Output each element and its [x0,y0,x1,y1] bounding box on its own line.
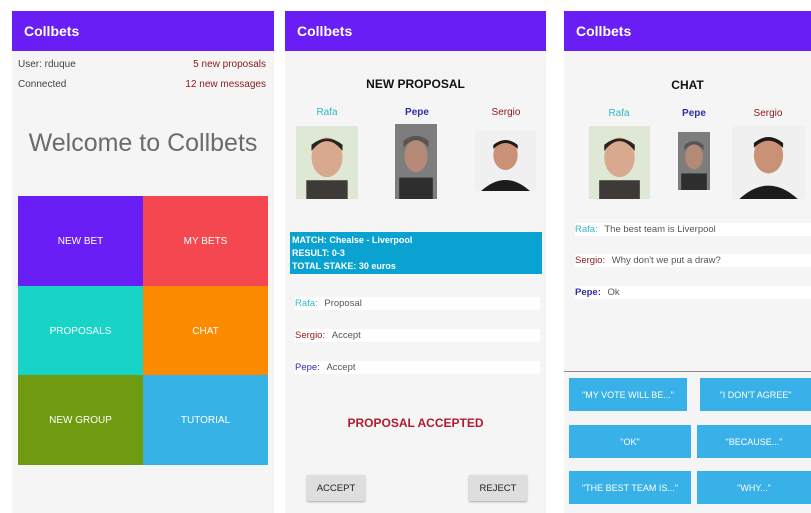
messages-notice[interactable]: 12 new messages [185,79,266,90]
participant-name-rafa: Rafa [608,108,630,119]
match-label: MATCH: Chealse - Liverpool [292,235,413,245]
my-bets-button[interactable]: MY BETS [143,196,268,286]
page-title: NEW PROPOSAL [366,77,465,91]
vote-row: Pepe: Accept [295,361,540,374]
user-label: User: rduque [18,59,76,70]
sender-name: Pepe: [575,287,601,298]
home-screen: Collbets User: rduque 5 new proposals Co… [12,11,274,513]
quick-reply-button[interactable]: "I DON'T AGREE" [700,378,811,411]
vote-status: Proposal [324,298,362,309]
new-group-button[interactable]: NEW GROUP [18,375,143,465]
participant-name-sergio: Sergio [491,107,521,118]
match-details: MATCH: Chealse - Liverpool RESULT: 0-3 T… [290,232,542,274]
avatar-rafa [589,126,650,199]
new-bet-button[interactable]: NEW BET [18,196,143,286]
accept-button[interactable]: ACCEPT [307,475,365,501]
chat-message: Sergio: Why don't we put a draw? [575,254,811,267]
message-text: Ok [607,287,620,298]
avatar-pepe [678,132,710,190]
participant-name-sergio: Sergio [753,108,783,119]
avatar-pepe [395,124,437,199]
quick-reply-button[interactable]: "THE BEST TEAM IS..." [569,471,691,504]
app-bar-title: Collbets [564,11,811,51]
welcome-heading: Welcome to Collbets [28,129,258,157]
quick-reply-button[interactable]: "OK" [569,425,691,458]
chat-screen: Collbets CHAT Rafa Pepe Sergio Rafa: The… [564,11,811,513]
proposals-button[interactable]: PROPOSALS [18,286,143,376]
quick-reply-button[interactable]: "BECAUSE..." [697,425,811,458]
quick-reply-button[interactable]: "MY VOTE WILL BE..." [569,378,687,411]
sender-name: Sergio: [575,255,606,266]
avatar-sergio [732,126,805,199]
stake-label: TOTAL STAKE: 30 euros [292,261,396,271]
quick-reply-button[interactable]: "WHY..." [697,471,811,504]
chat-button[interactable]: CHAT [143,286,268,376]
vote-status: Accept [326,362,356,373]
message-text: The best team is Liverpool [604,224,716,235]
connection-status: Connected [18,79,67,90]
message-text: Why don't we put a draw? [611,255,721,266]
page-title: CHAT [671,78,704,92]
proposal-status: PROPOSAL ACCEPTED [347,416,484,430]
avatar-rafa [296,126,358,199]
vote-status: Accept [331,330,361,341]
chat-message: Pepe: Ok [575,286,811,299]
proposals-notice[interactable]: 5 new proposals [193,59,266,70]
participant-name-pepe: Pepe [682,108,706,119]
voter-name: Rafa: [295,298,318,309]
chat-message: Rafa: The best team is Liverpool [575,223,811,236]
divider [564,371,811,372]
sender-name: Rafa: [575,224,598,235]
result-label: RESULT: 0-3 [292,248,345,258]
participant-name-pepe: Pepe [405,107,429,118]
vote-row: Sergio: Accept [295,329,540,342]
app-bar-title: Collbets [12,11,274,51]
proposal-screen: Collbets NEW PROPOSAL Rafa Pepe Sergio M… [285,11,546,513]
avatar-sergio [475,131,536,191]
tutorial-button[interactable]: TUTORIAL [143,375,268,465]
participant-name-rafa: Rafa [316,107,338,118]
vote-row: Rafa: Proposal [295,297,540,310]
reject-button[interactable]: REJECT [469,475,527,501]
app-bar-title: Collbets [285,11,546,51]
voter-name: Sergio: [295,330,326,341]
voter-name: Pepe: [295,362,320,373]
